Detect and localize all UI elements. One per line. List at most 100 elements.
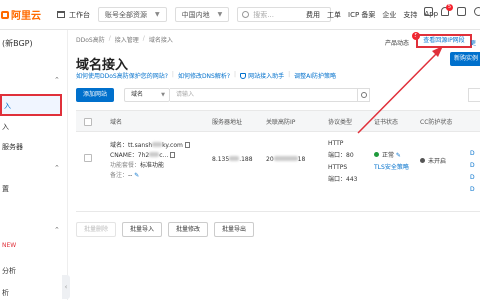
account-dropdown-label: 账号全部资源 [105, 10, 147, 19]
bulk-import-button[interactable]: 批量导入 [122, 222, 163, 237]
help-link-access-assistant[interactable]: 网站接入助手 [240, 71, 284, 80]
view-origin-ip-link[interactable]: 查看回源IP网段 [416, 34, 472, 48]
row-action-letter[interactable]: D [470, 172, 480, 184]
notification-badge: 5 [445, 4, 453, 11]
breadcrumb-separator: / [142, 35, 145, 42]
bulk-modify-button[interactable]: 批量修改 [168, 222, 209, 237]
help-link-separator: | [288, 71, 291, 78]
sidebar-item-label: 入 [4, 102, 11, 110]
account-dropdown[interactable]: 账号全部资源 ▼ [98, 7, 167, 22]
cname-label: CNAME： [110, 152, 138, 159]
linked-ip-tail: 18 [297, 156, 306, 163]
main-content: DDoS高防 / 接入管理 / 域名接入 域名接入 如何使用DDoS高防保护您的… [70, 30, 480, 300]
table-header: 域名 服务器地址 关联高防IP 协议类型 证书状态 CC防护状态 [76, 110, 480, 132]
column-header-domain: 域名 [110, 119, 123, 126]
domain-value: tt.sansh [128, 142, 153, 149]
server-address-head: 8.135 [212, 156, 230, 163]
chevron-up-icon[interactable]: ⌃ [54, 164, 60, 172]
cc-status-value: 未开启 [428, 158, 447, 165]
aliyun-logo[interactable]: 阿里云 [1, 7, 41, 22]
cname-value-tail: c... [159, 152, 169, 159]
tls-policy-link[interactable]: TLS安全策略 [374, 162, 409, 171]
edit-cert-icon[interactable]: ✎ [394, 152, 401, 159]
linked-ip-cell: 20 18 [266, 156, 305, 163]
row-checkbox[interactable] [84, 154, 92, 162]
status-ok-dot-icon [374, 152, 379, 157]
chevron-up-icon[interactable]: ⌃ [54, 226, 60, 234]
remark-cell: 备注：-- ✎ [110, 170, 139, 179]
copy-icon[interactable] [184, 142, 190, 148]
func-package-value: 标准功能 [140, 162, 165, 169]
filter-input[interactable]: 请输入 [170, 88, 358, 102]
bell-icon[interactable]: 5 [441, 4, 453, 16]
bulk-actions: 批量删除 批量导入 批量修改 批量导出 [76, 222, 260, 237]
row-actions-truncated[interactable]: D D D D [470, 148, 480, 218]
top-link-tickets[interactable]: 工单 [327, 10, 341, 20]
workbench-label: 工作台 [69, 10, 90, 19]
column-header-cc: CC防护状态 [420, 119, 453, 126]
select-all-checkbox[interactable] [84, 118, 92, 126]
func-package-label: 功能套餐： [110, 162, 141, 169]
row-action-letter[interactable]: D [470, 160, 480, 172]
sidebar-item-server[interactable]: 服务器 [2, 142, 23, 152]
sidebar-item-port-access[interactable]: 入 [2, 122, 9, 132]
help-link-ai-policy[interactable]: 调整AI防护策略 [294, 71, 336, 80]
domain-cell: 域名：tt.sansh ky.com [110, 140, 190, 149]
row-action-letter[interactable]: D [470, 148, 480, 160]
add-website-button[interactable]: 添加网站 [76, 88, 114, 102]
cc-status-cell: 未开启 [420, 156, 446, 165]
row-action-letter[interactable]: D [470, 184, 480, 196]
column-header-protocol: 协议类型 [328, 119, 353, 126]
more-link[interactable]: 更 [470, 38, 480, 47]
top-link-support[interactable]: 支持 [403, 10, 417, 20]
workbench-link[interactable]: 工作台 [57, 10, 90, 20]
sidebar-item-domain-access[interactable]: 入 [0, 94, 62, 116]
domain-label: 域名： [110, 142, 129, 149]
help-link-ddos-protect[interactable]: 如何使用DDoS高防保护您的网站? [76, 71, 168, 80]
cart-icon[interactable] [457, 7, 466, 16]
protocol-http-port: 端口：80 [328, 152, 354, 159]
redacted-text [229, 156, 240, 161]
cloud-shell-icon[interactable] [424, 7, 433, 16]
column-header-server: 服务器地址 [212, 119, 243, 126]
sidebar-item-log-analysis[interactable]: 析 [2, 288, 9, 298]
sidebar-item-analysis[interactable]: 分析 [2, 266, 16, 276]
breadcrumb-item[interactable]: 接入管理 [115, 35, 139, 44]
sidebar-collapse-handle[interactable]: ‹ [62, 275, 70, 299]
top-link-fees[interactable]: 费用 [306, 10, 320, 20]
server-address-tail: .188 [239, 156, 253, 163]
edit-remark-icon[interactable]: ✎ [132, 172, 139, 179]
help-icon[interactable] [474, 7, 480, 16]
breadcrumb-item[interactable]: DDoS高防 [76, 35, 105, 44]
table-row: 域名：tt.sansh ky.com CNAME：7h2 c... 功能套餐：标准功… [76, 132, 480, 212]
shield-icon [240, 73, 247, 79]
copy-icon[interactable] [170, 152, 176, 158]
filter-field-select[interactable]: 域名 ▼ [124, 88, 170, 102]
status-off-dot-icon [420, 158, 425, 163]
logo-text: 阿里云 [11, 11, 41, 22]
refresh-button[interactable] [468, 88, 480, 102]
redacted-text [149, 152, 160, 157]
buy-instance-button[interactable]: 新购实例 [450, 52, 480, 66]
bulk-export-button[interactable]: 批量导出 [214, 222, 255, 237]
server-address-cell: 8.135 .188 [212, 156, 253, 163]
chevron-up-icon[interactable]: ⌃ [54, 76, 60, 84]
sidebar-item-config[interactable]: 置 [2, 184, 9, 194]
help-link-modify-dns[interactable]: 如何修改DNS解析? [178, 71, 230, 80]
top-icons: 5 [424, 4, 480, 16]
cname-cell: CNAME：7h2 c... [110, 150, 176, 159]
filter-search-button[interactable] [358, 88, 370, 102]
help-links: 如何使用DDoS高防保护您的网站? | 如何修改DNS解析? | 网站接入助手 … [76, 71, 336, 80]
column-header-cert: 证书状态 [374, 119, 399, 126]
sidebar-item-new[interactable]: NEW [2, 242, 16, 249]
region-dropdown[interactable]: 中国内地 ▼ [174, 7, 230, 22]
top-link-enterprise[interactable]: 企业 [382, 10, 396, 20]
help-link-separator: | [171, 71, 174, 78]
bulk-delete-button[interactable]: 批量删除 [76, 222, 117, 237]
top-link-icp[interactable]: ICP 备案 [348, 10, 375, 20]
sidebar-title: (新BGP) [2, 39, 33, 48]
help-link-separator: | [234, 71, 237, 78]
help-link-label: 网站接入助手 [248, 73, 285, 80]
product-dynamics-link[interactable]: 产品动态 [385, 38, 409, 47]
protocol-https-label: HTTPS [328, 164, 348, 171]
